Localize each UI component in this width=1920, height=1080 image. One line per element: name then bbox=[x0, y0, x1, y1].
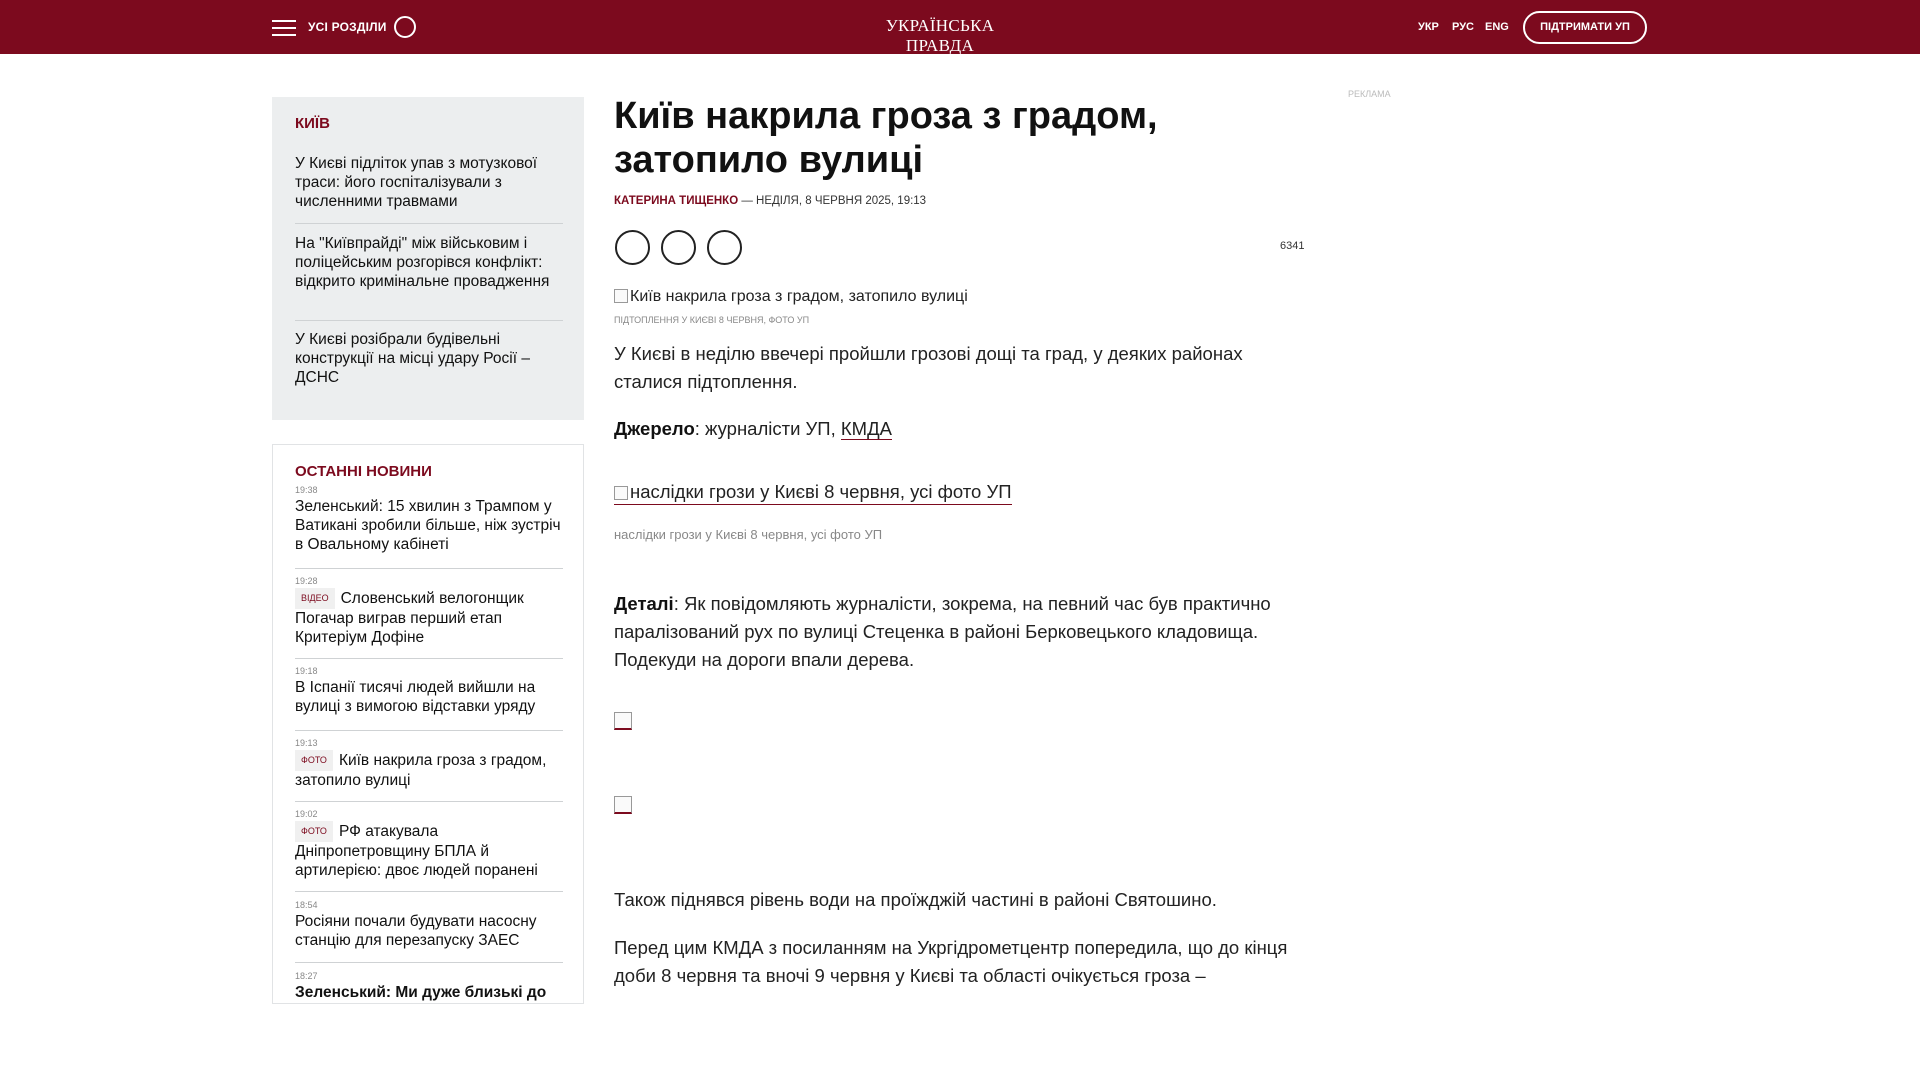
divider bbox=[295, 801, 563, 802]
divider bbox=[295, 891, 563, 892]
ad-label: Реклама bbox=[1348, 89, 1391, 99]
divider bbox=[295, 730, 563, 731]
news-time: 19:13 bbox=[295, 738, 318, 748]
photo-alt-text[interactable]: наслідки грози у Києві 8 червня, усі фот… bbox=[630, 481, 1012, 502]
details-text: : Як повідомляють журналісти, зокрема, н… bbox=[614, 593, 1271, 670]
news-item-link[interactable]: Зеленський: Ми дуже близькі до bbox=[295, 983, 565, 1002]
main-image: Київ накрила гроза з градом, затопило ву… bbox=[614, 288, 968, 306]
details-paragraph: Деталі: Як повідомляють журналісти, зокр… bbox=[614, 590, 1314, 674]
broken-image-icon[interactable] bbox=[614, 796, 632, 814]
lang-eng-link[interactable]: ENG bbox=[1485, 21, 1509, 33]
share-telegram-icon[interactable] bbox=[661, 230, 696, 265]
photo-caption: наслідки грози у Києві 8 червня, усі фот… bbox=[614, 527, 883, 542]
publish-date: НЕДІЛЯ, 8 ЧЕРВНЯ 2025, 19:13 bbox=[756, 195, 927, 207]
news-item-link[interactable]: ВІДЕО Словенський велогонщик Погачар вигр… bbox=[295, 588, 565, 647]
news-item-link[interactable]: Росіяни почали будувати насосну станцію … bbox=[295, 912, 565, 950]
share-facebook-icon[interactable] bbox=[615, 230, 650, 265]
photo-tag: ФОТО bbox=[295, 821, 333, 842]
lang-ukr-link[interactable]: УКР bbox=[1418, 21, 1439, 33]
news-item-link[interactable]: В Іспанії тисячі людей вийшли на вулиці … bbox=[295, 678, 565, 716]
kyiv-news-item[interactable]: У Києві розібрали будівельні конструкції… bbox=[295, 330, 563, 387]
news-item-text[interactable]: Росіяни почали будувати насосну станцію … bbox=[295, 913, 537, 949]
broken-image-icon[interactable] bbox=[614, 712, 632, 730]
news-time: 18:27 bbox=[295, 971, 318, 981]
video-tag: ВІДЕО bbox=[295, 588, 335, 609]
kyiv-news-item[interactable]: У Києві підліток упав з мотузкової траси… bbox=[295, 154, 563, 211]
photo-link[interactable]: наслідки грози у Києві 8 червня, усі фот… bbox=[614, 480, 1012, 505]
water-paragraph: Також піднявся рівень води на проїжджій … bbox=[614, 889, 1217, 910]
kmda-link[interactable]: КМДА bbox=[840, 418, 892, 440]
site-logo[interactable]: УКРАЇНСЬКА ПРАВДА bbox=[860, 16, 1020, 56]
article-headline: Київ накрила гроза з градом, затопило ву… bbox=[614, 95, 1158, 181]
view-count: 6341 bbox=[1280, 240, 1305, 252]
source-label: Джерело bbox=[614, 418, 695, 439]
source-paragraph: Джерело: журналісти УП, КМДА bbox=[614, 415, 1314, 443]
article-lead: У Києві в неділю ввечері пройшли грозові… bbox=[614, 343, 1243, 392]
all-sections-button[interactable]: УСІ РОЗДІЛИ bbox=[308, 20, 387, 34]
source-text: : журналісти УП, bbox=[694, 418, 841, 439]
news-time: 19:28 bbox=[295, 576, 318, 586]
news-time: 19:38 bbox=[295, 485, 318, 495]
news-time: 18:54 bbox=[295, 900, 318, 910]
news-time: 19:02 bbox=[295, 809, 318, 819]
broken-image-icon bbox=[614, 486, 628, 500]
photo-tag: ФОТО bbox=[295, 750, 333, 771]
news-item-link[interactable]: Зеленський: 15 хвилин з Трампом у Ватика… bbox=[295, 497, 565, 554]
news-item-text[interactable]: Зеленський: 15 хвилин з Трампом у Ватика… bbox=[295, 498, 561, 553]
lang-rus-link[interactable]: РУС bbox=[1452, 21, 1474, 33]
kyiv-news-block: КИЇВ У Києві підліток упав з мотузкової … bbox=[272, 97, 584, 420]
author-link[interactable]: КАТЕРИНА ТИЩЕНКО bbox=[614, 195, 738, 207]
menu-icon[interactable] bbox=[272, 20, 296, 36]
support-button[interactable]: ПІДТРИМАТИ УП bbox=[1523, 11, 1647, 44]
share-twitter-icon[interactable] bbox=[707, 230, 742, 265]
main-image-caption: підтоплення у Києві 8 червня, Фото УП bbox=[614, 315, 810, 325]
news-item-text[interactable]: Зеленський: Ми дуже близькі до bbox=[295, 984, 546, 1001]
divider bbox=[295, 658, 563, 659]
main-image-alt-text: Київ накрила гроза з градом, затопило ву… bbox=[630, 288, 968, 305]
divider bbox=[295, 320, 563, 321]
top-navigation-bar: УСІ РОЗДІЛИ УКРАЇНСЬКА ПРАВДА УКР РУС EN… bbox=[0, 0, 1920, 56]
divider bbox=[295, 962, 563, 963]
news-item-link[interactable]: ФОТО РФ атакувала Дніпропетровщину БПЛА й… bbox=[295, 821, 565, 880]
divider bbox=[295, 223, 563, 224]
search-icon[interactable] bbox=[394, 16, 416, 38]
details-label: Деталі bbox=[614, 593, 674, 614]
forecast-paragraph: Перед цим КМДА з посиланням на Укргідром… bbox=[614, 937, 1288, 986]
divider bbox=[295, 568, 563, 569]
news-time: 19:18 bbox=[295, 666, 318, 676]
kyiv-section-title[interactable]: КИЇВ bbox=[295, 115, 330, 132]
news-item-text[interactable]: В Іспанії тисячі людей вийшли на вулиці … bbox=[295, 679, 535, 715]
byline-separator: — bbox=[741, 195, 753, 207]
article-byline: КАТЕРИНА ТИЩЕНКО — НЕДІЛЯ, 8 ЧЕРВНЯ 2025… bbox=[614, 195, 926, 207]
broken-image-icon bbox=[614, 289, 628, 303]
news-item-link[interactable]: ФОТО Київ накрила гроза з градом, затопил… bbox=[295, 750, 565, 790]
latest-news-block: ОСТАННІ НОВИНИ 19:38 Зеленський: 15 хвил… bbox=[272, 444, 584, 1004]
latest-news-title[interactable]: ОСТАННІ НОВИНИ bbox=[295, 463, 432, 480]
kyiv-news-item[interactable]: На "Київпрайді" між військовим і поліцей… bbox=[295, 234, 563, 291]
